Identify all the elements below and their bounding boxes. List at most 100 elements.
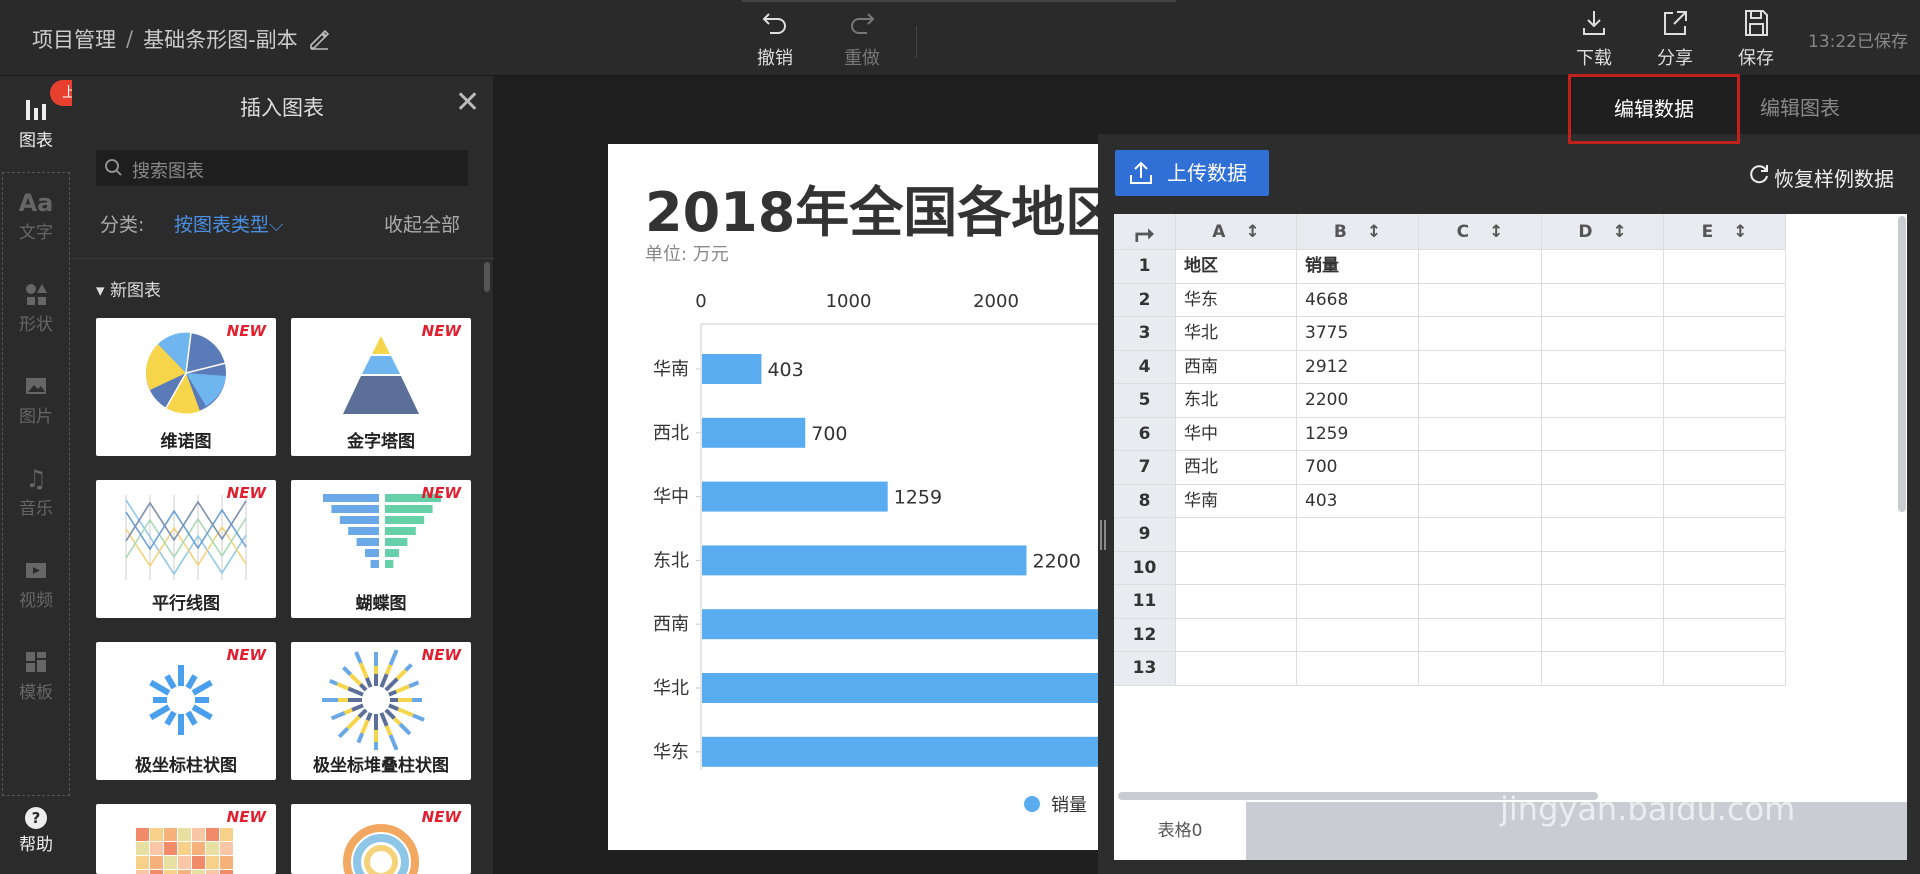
grid-cell[interactable] xyxy=(1419,618,1542,652)
grid-cell[interactable] xyxy=(1542,484,1664,518)
grid-cell[interactable] xyxy=(1542,618,1664,652)
chart-card-polar-bar[interactable]: NEW 极坐标柱状图 xyxy=(96,642,276,780)
chart-card-heatmap[interactable]: NEW xyxy=(96,804,276,874)
grid-cell[interactable] xyxy=(1664,384,1786,418)
group-header-new-charts[interactable]: ▾ 新图表 xyxy=(96,276,161,301)
grid-cell[interactable] xyxy=(1176,551,1297,585)
grid-cell[interactable]: 2912 xyxy=(1297,350,1419,384)
grid-cell[interactable]: 4668 xyxy=(1297,283,1419,317)
grid-cell[interactable] xyxy=(1419,250,1542,284)
grid-cell[interactable] xyxy=(1542,250,1664,284)
grid-cell[interactable] xyxy=(1419,518,1542,552)
redo-button[interactable]: 重做 xyxy=(827,8,897,70)
chart-card-parallel-line[interactable]: NEW 平行线图 xyxy=(96,480,276,618)
grid-cell[interactable] xyxy=(1542,283,1664,317)
grid-cell[interactable]: 2200 xyxy=(1297,384,1419,418)
grid-cell[interactable] xyxy=(1419,451,1542,485)
bar[interactable] xyxy=(702,673,1098,703)
grid-cell[interactable] xyxy=(1664,585,1786,619)
bar[interactable] xyxy=(702,545,1027,576)
grid-cell[interactable] xyxy=(1419,350,1542,384)
chart-card-voronoi[interactable]: NEW 维诺图 xyxy=(96,318,276,456)
grid-cell[interactable]: 700 xyxy=(1297,451,1419,485)
resize-handle[interactable] xyxy=(1100,520,1106,550)
grid-cell[interactable] xyxy=(1542,350,1664,384)
grid-cell[interactable]: 华中 xyxy=(1176,417,1297,451)
grid-cell[interactable] xyxy=(1176,618,1297,652)
bar[interactable] xyxy=(702,736,1098,767)
sheet-tab[interactable]: 表格0 xyxy=(1114,802,1246,860)
grid-cell[interactable] xyxy=(1664,518,1786,552)
data-grid[interactable]: ⮣ A ↕ B ↕ C ↕ D ↕ E ↕ 1 地区 销量 2 华东 4668 3 华北 3775 4 西南 2912 5 东北… xyxy=(1114,214,1907,788)
grid-cell[interactable] xyxy=(1419,384,1542,418)
rail-item-video[interactable]: 视频 xyxy=(0,556,72,611)
chart-card-pyramid[interactable]: NEW 金字塔图 xyxy=(291,318,471,456)
sort-icon[interactable]: ↕ xyxy=(1612,222,1626,242)
grid-cell[interactable] xyxy=(1542,585,1664,619)
tab-edit-chart[interactable]: 编辑图表 xyxy=(1760,92,1840,121)
grid-cell[interactable] xyxy=(1297,652,1419,686)
undo-button[interactable]: 撤销 xyxy=(740,8,810,70)
tab-edit-data[interactable]: 编辑数据 xyxy=(1568,74,1740,144)
grid-cell[interactable] xyxy=(1664,317,1786,351)
pencil-icon[interactable] xyxy=(308,28,330,50)
grid-cell[interactable] xyxy=(1419,585,1542,619)
column-header[interactable]: E ↕ xyxy=(1664,214,1786,250)
grid-cell[interactable] xyxy=(1664,652,1786,686)
sort-icon[interactable]: ↕ xyxy=(1489,222,1503,242)
grid-cell[interactable] xyxy=(1542,317,1664,351)
grid-cell[interactable] xyxy=(1664,350,1786,384)
document-title[interactable]: 基础条形图-副本 xyxy=(143,24,298,54)
rail-item-help[interactable]: ? 帮助 xyxy=(0,800,72,855)
grid-cell[interactable]: 地区 xyxy=(1176,250,1297,284)
chart-card-polar-stacked-bar[interactable]: NEW 极坐标堆叠柱状图 xyxy=(291,642,471,780)
grid-cell[interactable] xyxy=(1664,551,1786,585)
legend-label[interactable]: 销量 xyxy=(1051,795,1087,816)
column-header[interactable]: B ↕ xyxy=(1297,214,1419,250)
grid-cell[interactable] xyxy=(1664,417,1786,451)
grid-cell[interactable] xyxy=(1542,551,1664,585)
grid-cell[interactable] xyxy=(1297,518,1419,552)
chart-card-butterfly[interactable]: NEW 蝴蝶图 xyxy=(291,480,471,618)
grid-cell[interactable] xyxy=(1664,283,1786,317)
rail-item-music[interactable]: ♫ 音乐 xyxy=(0,464,72,519)
bar[interactable] xyxy=(702,481,888,512)
grid-cell[interactable] xyxy=(1664,618,1786,652)
close-icon[interactable]: ✕ xyxy=(455,88,480,118)
grid-vertical-scrollbar[interactable] xyxy=(1898,216,1906,512)
grid-cell[interactable] xyxy=(1664,484,1786,518)
download-button[interactable]: 下载 xyxy=(1559,8,1629,70)
grid-cell[interactable] xyxy=(1542,384,1664,418)
column-header[interactable]: D ↕ xyxy=(1542,214,1664,250)
bar-chart[interactable]: 0 1000 2000 华南 403 西北 700 华中 1259 东北 2200 西南华北华东销量 xyxy=(608,144,1098,850)
grid-cell[interactable] xyxy=(1176,585,1297,619)
grid-cell[interactable]: 华南 xyxy=(1176,484,1297,518)
bar[interactable] xyxy=(702,417,806,448)
rail-item-template[interactable]: 模板 xyxy=(0,648,72,703)
grid-cell[interactable]: 华北 xyxy=(1176,317,1297,351)
breadcrumb-root[interactable]: 项目管理 xyxy=(32,24,116,54)
grid-cell[interactable] xyxy=(1297,551,1419,585)
rail-item-image[interactable]: 图片 xyxy=(0,372,72,427)
legend-marker[interactable] xyxy=(1024,796,1040,812)
grid-cell[interactable] xyxy=(1542,652,1664,686)
sort-icon[interactable]: ↕ xyxy=(1733,222,1747,242)
category-dropdown[interactable]: 按图表类型⌵ xyxy=(174,210,283,237)
column-header[interactable]: C ↕ xyxy=(1419,214,1542,250)
grid-cell[interactable] xyxy=(1419,652,1542,686)
grid-cell[interactable] xyxy=(1664,250,1786,284)
bar[interactable] xyxy=(702,354,762,384)
grid-cell[interactable] xyxy=(1419,484,1542,518)
grid-cell[interactable] xyxy=(1542,518,1664,552)
panel-scrollbar[interactable] xyxy=(484,262,490,292)
collapse-all-button[interactable]: 收起全部 xyxy=(384,210,460,237)
grid-cell[interactable] xyxy=(1664,451,1786,485)
grid-cell[interactable]: 西南 xyxy=(1176,350,1297,384)
column-header[interactable]: A ↕ xyxy=(1176,214,1297,250)
grid-cell[interactable] xyxy=(1542,417,1664,451)
bar[interactable] xyxy=(702,609,1098,640)
grid-cell[interactable]: 销量 xyxy=(1297,250,1419,284)
grid-cell[interactable] xyxy=(1297,618,1419,652)
grid-cell[interactable] xyxy=(1542,451,1664,485)
grid-cell[interactable]: 东北 xyxy=(1176,384,1297,418)
